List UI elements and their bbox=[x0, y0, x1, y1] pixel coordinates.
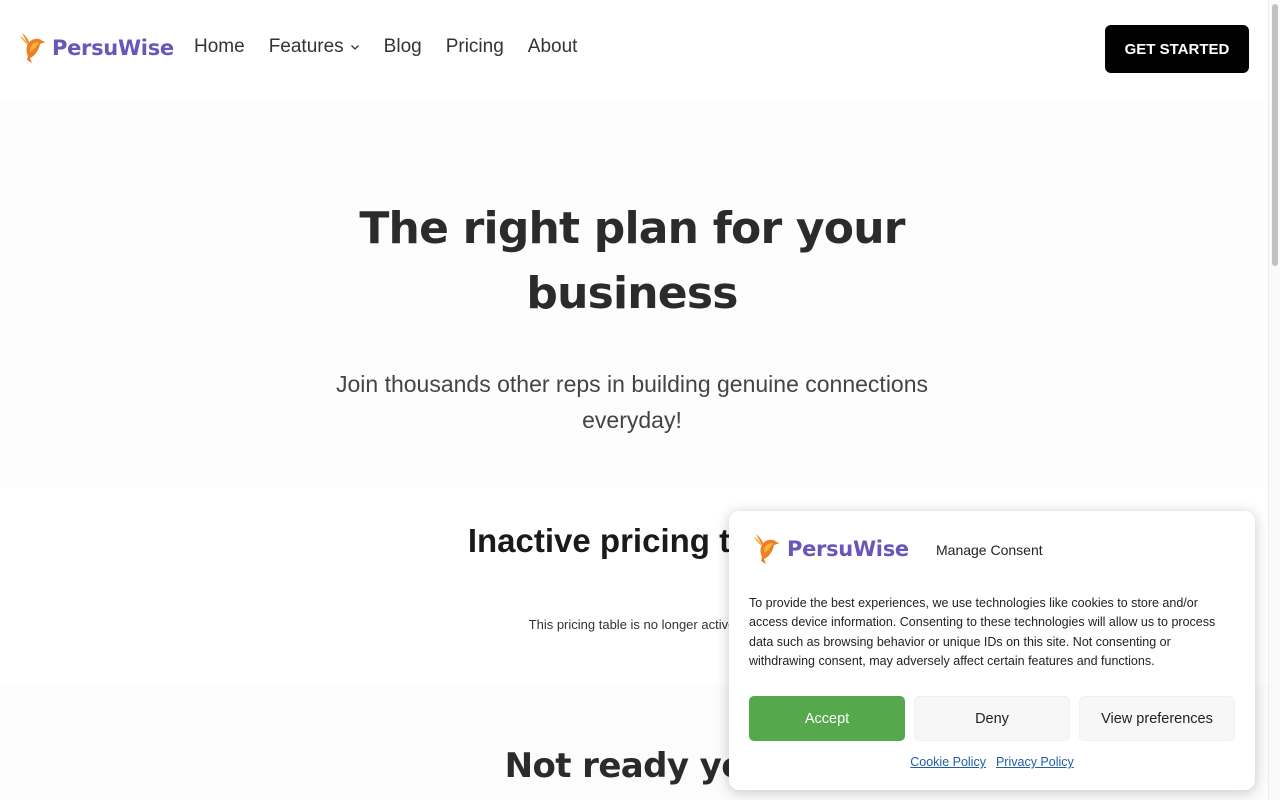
site-header: PersuWise Home Features Blog Pricing Abo… bbox=[0, 0, 1268, 100]
nav-about-label: About bbox=[527, 36, 578, 57]
cookie-policy-link[interactable]: Cookie Policy bbox=[910, 755, 986, 769]
nav-home-label: Home bbox=[194, 36, 245, 57]
consent-brand-logo: PersuWise bbox=[751, 531, 909, 567]
scrollbar-thumb[interactable] bbox=[1272, 4, 1278, 266]
nav-pricing[interactable]: Pricing bbox=[446, 36, 504, 58]
main-nav: Home Features Blog Pricing About bbox=[194, 36, 577, 58]
chevron-down-icon bbox=[350, 45, 359, 50]
hummingbird-icon bbox=[20, 33, 46, 63]
page-scrollbar[interactable] bbox=[1268, 0, 1280, 800]
consent-links: Cookie Policy Privacy Policy bbox=[729, 755, 1255, 769]
nav-blog[interactable]: Blog bbox=[384, 36, 422, 58]
accept-button[interactable]: Accept bbox=[749, 696, 905, 741]
nav-home[interactable]: Home bbox=[194, 36, 245, 58]
nav-pricing-label: Pricing bbox=[445, 36, 504, 57]
brand-logo[interactable]: PersuWise bbox=[18, 30, 174, 66]
view-preferences-button[interactable]: View preferences bbox=[1079, 696, 1235, 741]
consent-title: Manage Consent bbox=[936, 542, 1043, 558]
privacy-policy-link[interactable]: Privacy Policy bbox=[996, 755, 1074, 769]
get-started-button[interactable]: GET STARTED bbox=[1105, 25, 1249, 73]
nav-features-label: Features bbox=[268, 36, 344, 57]
hummingbird-icon bbox=[754, 534, 780, 564]
deny-button[interactable]: Deny bbox=[914, 696, 1070, 741]
hero-subtitle: Join thousands other reps in building ge… bbox=[335, 371, 929, 433]
brand-name: PersuWise bbox=[52, 36, 174, 60]
page-title: The right plan for your business bbox=[359, 203, 905, 319]
nav-blog-label: Blog bbox=[383, 36, 422, 57]
cookie-consent-dialog: PersuWise Manage Consent To provide the … bbox=[729, 511, 1255, 790]
consent-message: To provide the best experiences, we use … bbox=[749, 596, 1216, 669]
nav-about[interactable]: About bbox=[528, 36, 578, 58]
consent-brand-name: PersuWise bbox=[787, 537, 909, 561]
hero-section: The right plan for your business Join th… bbox=[0, 100, 1268, 488]
nav-features[interactable]: Features bbox=[269, 36, 360, 58]
